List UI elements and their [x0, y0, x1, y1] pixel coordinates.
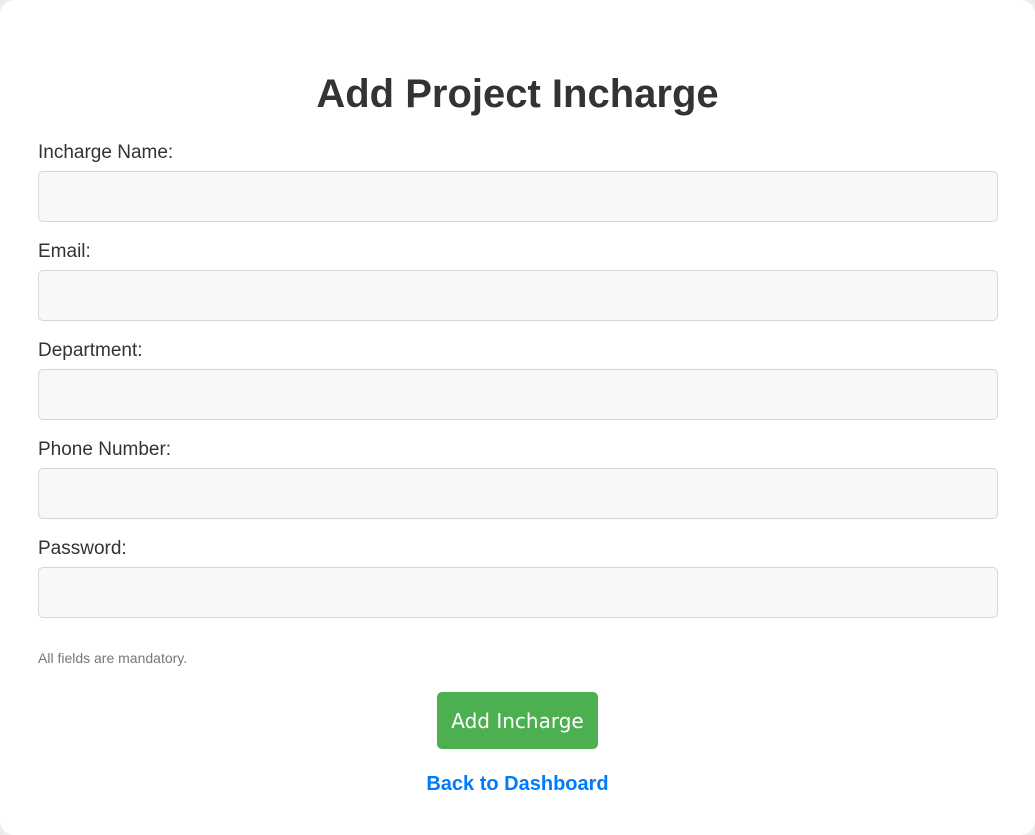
- page-title: Add Project Incharge: [316, 72, 719, 116]
- password-input[interactable]: [38, 567, 998, 618]
- incharge-name-input[interactable]: [38, 171, 998, 222]
- password-label: Password:: [38, 538, 127, 559]
- back-link-container: Back to Dashboard: [0, 773, 1035, 796]
- password-field: Password:: [38, 538, 998, 618]
- email-input[interactable]: [38, 270, 998, 321]
- mandatory-note: All fields are mandatory.: [38, 650, 188, 666]
- department-input[interactable]: [38, 369, 998, 420]
- email-label: Email:: [38, 241, 91, 262]
- phone-number-label: Phone Number:: [38, 439, 172, 460]
- incharge-name-label: Incharge Name:: [38, 142, 174, 163]
- department-label: Department:: [38, 340, 143, 361]
- incharge-name-field: Incharge Name:: [38, 142, 998, 222]
- form-card: Add Project Incharge Incharge Name: Emai…: [0, 0, 1035, 835]
- phone-number-input[interactable]: [38, 468, 998, 519]
- email-field: Email:: [38, 241, 998, 321]
- phone-number-field: Phone Number:: [38, 439, 998, 519]
- add-incharge-button[interactable]: Add Incharge: [437, 692, 598, 749]
- department-field: Department:: [38, 340, 998, 420]
- back-to-dashboard-link[interactable]: Back to Dashboard: [426, 773, 608, 795]
